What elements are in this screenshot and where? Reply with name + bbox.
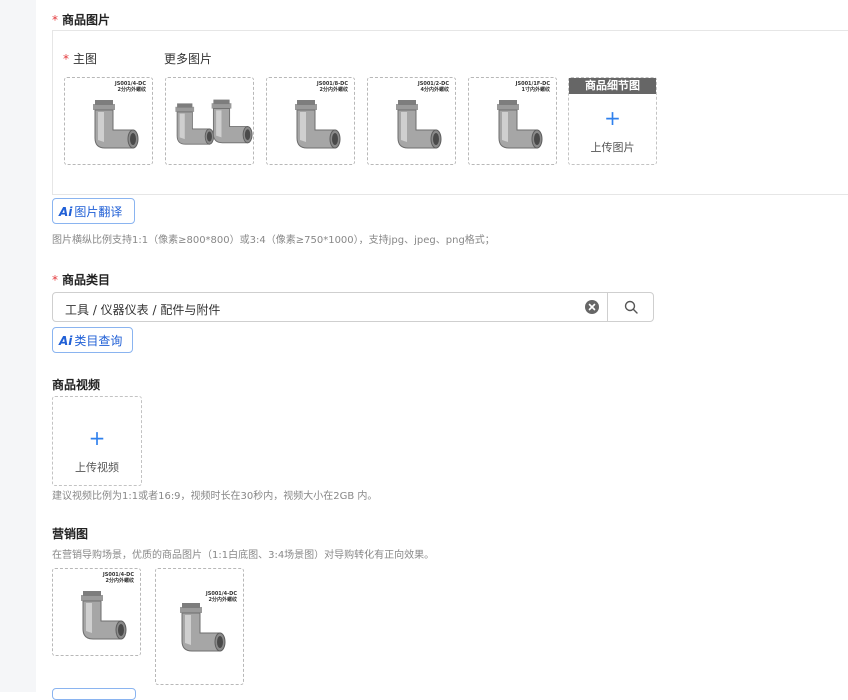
category-query-button[interactable]: Ai 类目查询 (52, 327, 133, 353)
fitting-pair-image (175, 99, 253, 145)
product-thumbnail-5[interactable]: JS001/1F-DC 1寸内外螺纹 (468, 77, 557, 165)
product-thumbnail-main[interactable]: JS001/4-DC 2分内外螺纹 (64, 77, 153, 165)
required-mark: * (52, 13, 58, 27)
left-rail (0, 0, 36, 692)
marketing-thumbnail-portrait[interactable]: JS001/4-DC 2分内外螺纹 (155, 568, 244, 685)
more-images-label: 更多图片 (164, 52, 213, 66)
bottom-button[interactable] (52, 688, 136, 700)
fitting-image (180, 603, 226, 652)
plus-icon: + (88, 426, 106, 450)
main-image-label: * 主图 (63, 52, 98, 66)
category-select[interactable]: 工具 / 仪器仪表 / 配件与附件 (52, 292, 654, 322)
product-images-panel: * 主图 更多图片 JS001/4-DC 2分内外螺纹 JS001/8-DC 2分… (52, 30, 848, 195)
marketing-title: 营销图 (52, 527, 89, 541)
ai-icon: Ai (59, 205, 73, 219)
video-title: 商品视频 (52, 378, 101, 392)
required-mark: * (52, 273, 58, 287)
image-format-hint: 图片横纵比例支持1:1（像素≥800*800）或3:4（像素≥750*1000）… (52, 235, 495, 246)
clear-icon[interactable] (585, 300, 599, 314)
category-value: 工具 / 仪器仪表 / 配件与附件 (65, 303, 221, 317)
product-images-title: * 商品图片 (52, 13, 111, 27)
category-title: * 商品类目 (52, 273, 111, 287)
product-thumbnail-3[interactable]: JS001/8-DC 2分内外螺纹 (266, 77, 355, 165)
upload-image-label: 上传图片 (590, 141, 635, 154)
search-icon (624, 300, 638, 314)
image-translate-button[interactable]: Ai 图片翻译 (52, 198, 135, 224)
video-upload[interactable]: + 上传视频 (52, 396, 142, 486)
video-hint: 建议视频比例为1:1或者16:9，视频时长在30秒内，视频大小在2GB 内。 (52, 491, 378, 502)
marketing-thumbnail-square[interactable]: JS001/4-DC 2分内外螺纹 (52, 568, 141, 656)
detail-image-tag: 商品细节图 (569, 78, 656, 94)
marketing-hint: 在营销导购场景，优质的商品图片（1:1白底图、3:4场景图）对导购转化有正向效果… (52, 550, 435, 561)
category-search-button[interactable] (607, 293, 655, 321)
plus-icon: + (604, 106, 621, 130)
product-thumbnail-2[interactable] (165, 77, 254, 165)
product-thumbnail-4[interactable]: JS001/2-DC 4分内外螺纹 (367, 77, 456, 165)
ai-icon: Ai (59, 334, 73, 348)
detail-image-upload[interactable]: 商品细节图 + 上传图片 (568, 77, 657, 165)
upload-video-label: 上传视频 (75, 461, 119, 474)
